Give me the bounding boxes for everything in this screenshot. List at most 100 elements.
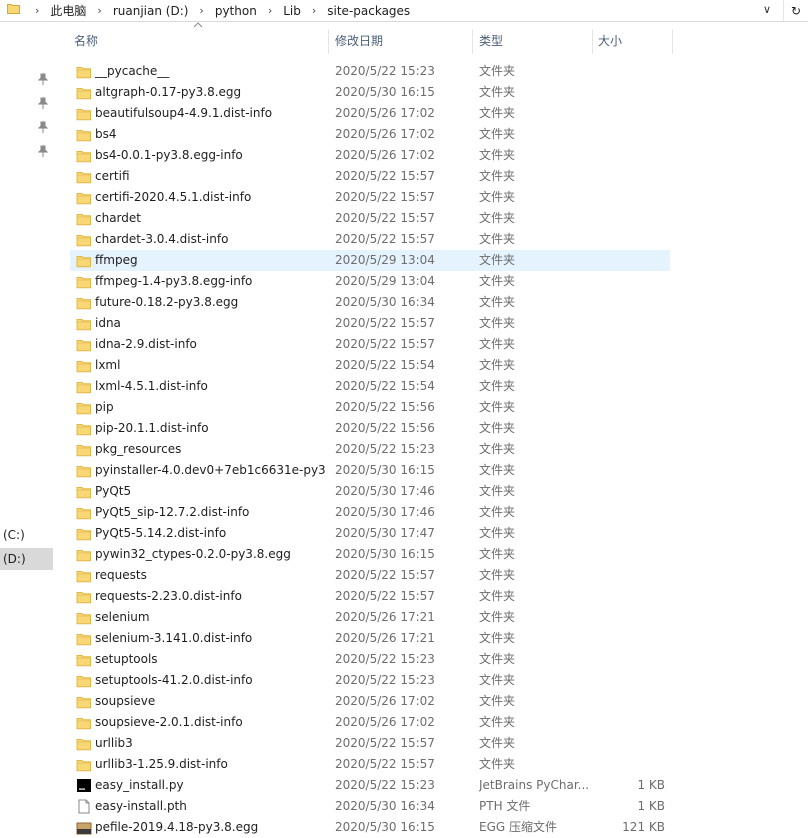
file-name: pip-20.1.1.dist-info	[95, 421, 209, 435]
breadcrumb-this-pc[interactable]: 此电脑	[46, 2, 90, 19]
breadcrumb-lib[interactable]: Lib	[279, 4, 305, 18]
archive-icon	[76, 822, 92, 835]
file-row[interactable]: easy_install.py 2020/5/22 15:23 JetBrains …	[70, 775, 670, 796]
file-date: 2020/5/22 15:57	[335, 316, 435, 330]
file-row[interactable]: pefile-2019.4.18-py3.8.egg 2020/5/30 16:1…	[70, 817, 670, 838]
file-date: 2020/5/22 15:57	[335, 211, 435, 225]
file-name: setuptools-41.2.0.dist-info	[95, 673, 253, 687]
folder-icon	[76, 403, 91, 415]
file-type: 文件夹	[479, 652, 516, 666]
file-name: requests	[95, 568, 147, 582]
file-row[interactable]: ffmpeg 2020/5/29 13:04 文件夹	[70, 250, 670, 271]
column-header-type[interactable]: 类型	[479, 30, 503, 52]
refresh-button[interactable]: ↻	[783, 0, 808, 21]
file-date: 2020/5/26 17:02	[335, 127, 435, 141]
column-divider[interactable]	[672, 30, 673, 54]
file-row[interactable]: easy-install.pth 2020/5/30 16:34 PTH 文件 1 K…	[70, 796, 670, 817]
file-type: 文件夹	[479, 610, 516, 624]
file-row[interactable]: pip-20.1.1.dist-info 2020/5/22 15:56 文件夹	[70, 418, 670, 439]
chevron-down-icon[interactable]: ∨	[763, 3, 771, 16]
column-divider[interactable]	[472, 30, 473, 54]
column-divider[interactable]	[592, 30, 593, 54]
pin-icon[interactable]	[38, 97, 48, 109]
file-date: 2020/5/22 15:56	[335, 400, 435, 414]
file-name: PyQt5-5.14.2.dist-info	[95, 526, 227, 540]
file-row[interactable]: pip 2020/5/22 15:56 文件夹	[70, 397, 670, 418]
file-row[interactable]: bs4-0.0.1-py3.8.egg-info 2020/5/26 17:02 文…	[70, 145, 670, 166]
file-row[interactable]: future-0.18.2-py3.8.egg 2020/5/30 16:34 文件…	[70, 292, 670, 313]
file-name: altgraph-0.17-py3.8.egg	[95, 85, 242, 99]
folder-icon	[76, 655, 91, 667]
file-row[interactable]: urllib3-1.25.9.dist-info 2020/5/22 15:57 文…	[70, 754, 670, 775]
file-row[interactable]: PyQt5 2020/5/30 17:46 文件夹	[70, 481, 670, 502]
file-type: EGG 压缩文件	[479, 820, 557, 834]
breadcrumb-site-packages[interactable]: site-packages	[323, 4, 414, 18]
breadcrumb-python[interactable]: python	[211, 4, 261, 18]
file-row[interactable]: requests-2.23.0.dist-info 2020/5/22 15:57…	[70, 586, 670, 607]
file-type: 文件夹	[479, 211, 516, 225]
folder-icon	[76, 613, 91, 625]
file-date: 2020/5/22 15:57	[335, 169, 435, 183]
file-row[interactable]: idna 2020/5/22 15:57 文件夹	[70, 313, 670, 334]
pin-icon[interactable]	[38, 121, 48, 133]
folder-icon	[7, 4, 20, 14]
file-name: __pycache__	[95, 64, 170, 78]
folder-icon	[76, 88, 91, 100]
file-row[interactable]: certifi 2020/5/22 15:57 文件夹	[70, 166, 670, 187]
file-row[interactable]: soupsieve 2020/5/26 17:02 文件夹	[70, 691, 670, 712]
chevron-right-icon[interactable]: ›	[90, 4, 108, 17]
file-row[interactable]: __pycache__ 2020/5/22 15:23 文件夹	[70, 61, 670, 82]
file-row[interactable]: ffmpeg-1.4-py3.8.egg-info 2020/5/29 13:04…	[70, 271, 670, 292]
column-header-date[interactable]: 修改日期	[335, 30, 383, 52]
folder-icon	[76, 760, 91, 772]
file-row[interactable]: lxml 2020/5/22 15:54 文件夹	[70, 355, 670, 376]
file-row[interactable]: chardet 2020/5/22 15:57 文件夹	[70, 208, 670, 229]
file-date: 2020/5/22 15:23	[335, 652, 435, 666]
file-row[interactable]: urllib3 2020/5/22 15:57 文件夹	[70, 733, 670, 754]
chevron-right-icon[interactable]: ›	[192, 4, 210, 17]
file-name: requests-2.23.0.dist-info	[95, 589, 242, 603]
file-date: 2020/5/30 17:46	[335, 484, 435, 498]
folder-icon	[76, 361, 91, 373]
pin-icon[interactable]	[38, 145, 48, 157]
file-row[interactable]: certifi-2020.4.5.1.dist-info 2020/5/22 15…	[70, 187, 670, 208]
file-type: 文件夹	[479, 400, 516, 414]
file-row[interactable]: setuptools-41.2.0.dist-info 2020/5/22 15:…	[70, 670, 670, 691]
column-divider[interactable]	[328, 30, 329, 54]
file-row[interactable]: beautifulsoup4-4.9.1.dist-info 2020/5/26 …	[70, 103, 670, 124]
file-row[interactable]: bs4 2020/5/26 17:02 文件夹	[70, 124, 670, 145]
file-row[interactable]: idna-2.9.dist-info 2020/5/22 15:57 文件夹	[70, 334, 670, 355]
chevron-right-icon[interactable]: ›	[261, 4, 279, 17]
file-type: 文件夹	[479, 526, 516, 540]
nav-drive-d[interactable]: (D:)	[0, 548, 53, 570]
file-name: ffmpeg-1.4-py3.8.egg-info	[95, 274, 253, 288]
column-header-size[interactable]: 大小	[598, 30, 622, 52]
file-name: certifi	[95, 169, 130, 183]
file-row[interactable]: chardet-3.0.4.dist-info 2020/5/22 15:57 文件…	[70, 229, 670, 250]
folder-icon	[76, 697, 91, 709]
column-header-name[interactable]: 名称	[74, 30, 98, 52]
file-row[interactable]: selenium 2020/5/26 17:21 文件夹	[70, 607, 670, 628]
file-name: selenium	[95, 610, 150, 624]
file-date: 2020/5/22 15:57	[335, 736, 435, 750]
breadcrumb-drive[interactable]: ruanjian (D:)	[109, 4, 193, 18]
pin-icon[interactable]	[38, 73, 48, 85]
file-row[interactable]: lxml-4.5.1.dist-info 2020/5/22 15:54 文件夹	[70, 376, 670, 397]
file-name: soupsieve	[95, 694, 156, 708]
file-row[interactable]: pkg_resources 2020/5/22 15:23 文件夹	[70, 439, 670, 460]
nav-drive-c[interactable]: (C:)	[0, 524, 53, 546]
file-row[interactable]: PyQt5-5.14.2.dist-info 2020/5/30 17:47 文件夹	[70, 523, 670, 544]
file-row[interactable]: altgraph-0.17-py3.8.egg 2020/5/30 16:15 文件…	[70, 82, 670, 103]
chevron-right-icon[interactable]: ›	[28, 4, 46, 17]
address-bar[interactable]: › 此电脑 › ruanjian (D:) › python › Lib › s…	[0, 0, 808, 22]
file-type: PTH 文件	[479, 799, 531, 813]
folder-icon	[76, 67, 91, 79]
file-row[interactable]: soupsieve-2.0.1.dist-info 2020/5/26 17:02…	[70, 712, 670, 733]
file-row[interactable]: setuptools 2020/5/22 15:23 文件夹	[70, 649, 670, 670]
file-row[interactable]: pyinstaller-4.0.dev0+7eb1c6631e-py3... 20…	[70, 460, 670, 481]
file-row[interactable]: selenium-3.141.0.dist-info 2020/5/26 17:2…	[70, 628, 670, 649]
chevron-right-icon[interactable]: ›	[305, 4, 323, 17]
file-row[interactable]: pywin32_ctypes-0.2.0-py3.8.egg 2020/5/30 …	[70, 544, 670, 565]
file-row[interactable]: PyQt5_sip-12.7.2.dist-info 2020/5/30 17:4…	[70, 502, 670, 523]
file-row[interactable]: requests 2020/5/22 15:57 文件夹	[70, 565, 670, 586]
